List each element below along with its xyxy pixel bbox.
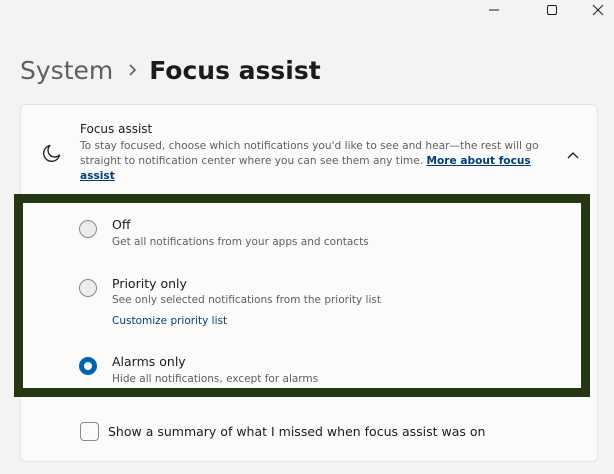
summary-option[interactable]: Show a summary of what I missed when foc…	[80, 421, 485, 441]
close-button[interactable]	[578, 0, 614, 20]
radio-off[interactable]	[79, 220, 97, 238]
option-off-label: Off	[112, 217, 131, 232]
close-icon	[592, 4, 604, 16]
option-off[interactable]: Off Get all notifications from your apps…	[23, 203, 581, 263]
chevron-up-icon	[567, 152, 579, 159]
focus-mode-options: Off Get all notifications from your apps…	[14, 194, 590, 397]
chevron-right-icon	[127, 63, 139, 77]
breadcrumb-system-link[interactable]: System	[20, 56, 113, 85]
option-off-description: Get all notifications from your apps and…	[112, 236, 369, 248]
minimize-icon	[489, 9, 499, 11]
option-priority-only[interactable]: Priority only See only selected notifica…	[23, 263, 581, 341]
minimize-button[interactable]	[474, 0, 514, 20]
breadcrumb: System Focus assist	[20, 50, 321, 90]
option-alarms-label: Alarms only	[112, 354, 186, 369]
moon-icon	[43, 144, 61, 162]
customize-priority-list-link[interactable]: Customize priority list	[112, 315, 227, 327]
card-description: To stay focused, choose which notificati…	[80, 139, 550, 184]
radio-alarms-only[interactable]	[79, 357, 97, 375]
summary-checkbox[interactable]	[80, 421, 99, 441]
card-title: Focus assist	[80, 122, 153, 136]
maximize-button[interactable]	[532, 0, 572, 20]
radio-priority-only[interactable]	[79, 279, 97, 297]
option-priority-label: Priority only	[112, 276, 187, 291]
maximize-icon	[547, 5, 557, 15]
summary-label: Show a summary of what I missed when foc…	[108, 423, 486, 439]
option-priority-description: See only selected notifications from the…	[112, 294, 381, 306]
option-alarms-description: Hide all notifications, except for alarm…	[112, 373, 319, 385]
option-alarms-only[interactable]: Alarms only Hide all notifications, exce…	[23, 341, 581, 397]
collapse-button[interactable]	[561, 145, 585, 165]
page-title: Focus assist	[149, 55, 321, 85]
